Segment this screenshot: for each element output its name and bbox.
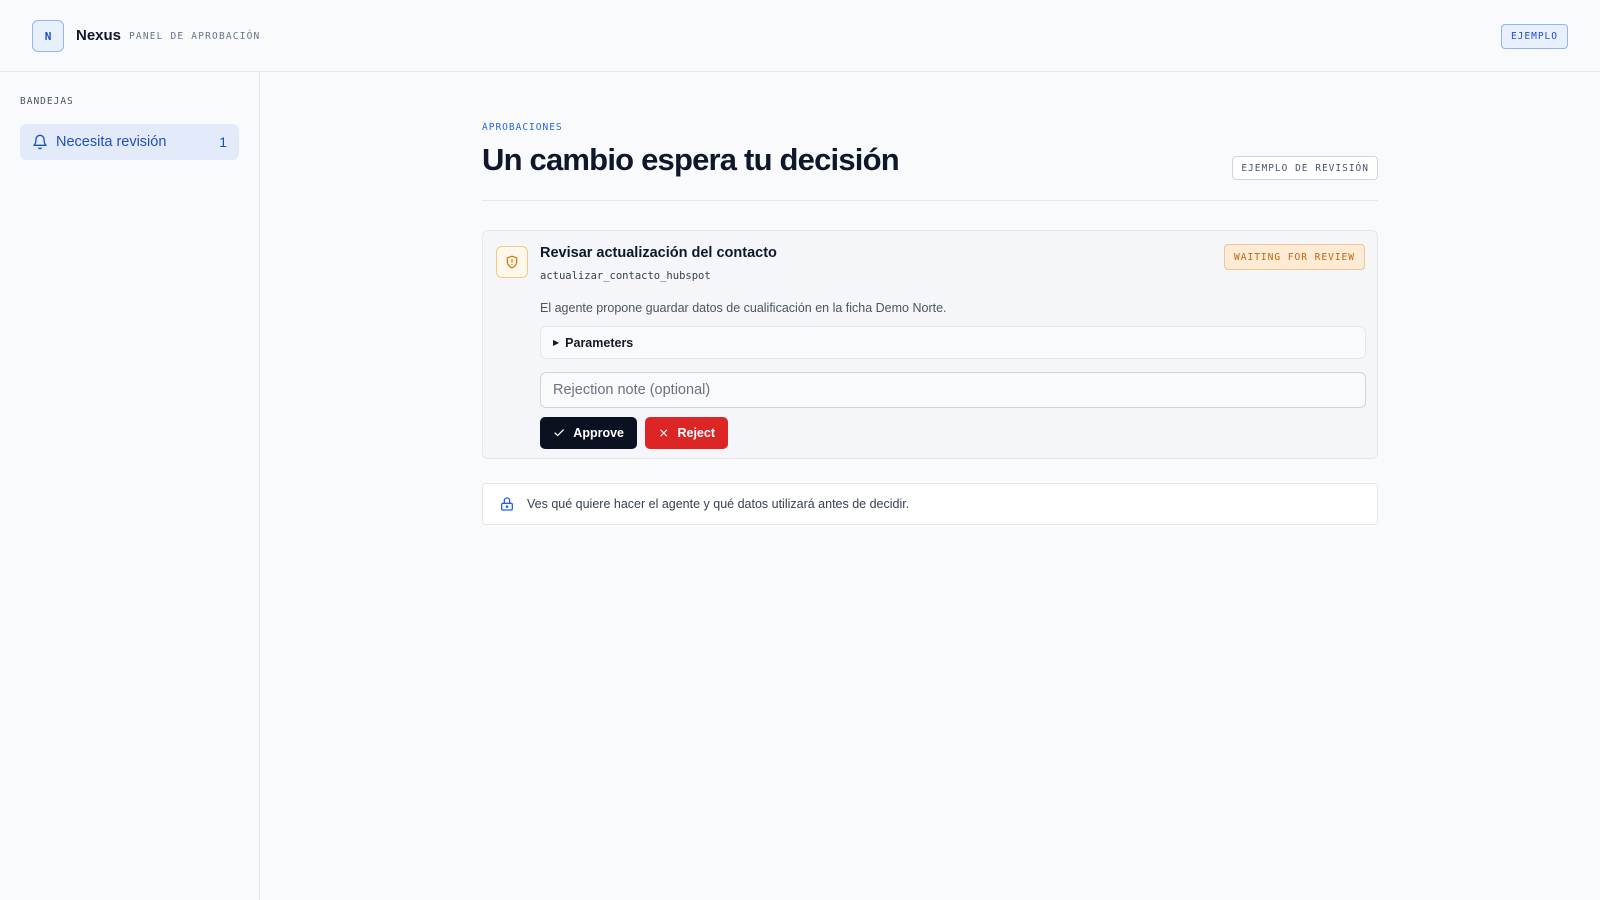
page-title: Un cambio espera tu decisión — [482, 142, 900, 177]
approve-button[interactable]: Approve — [540, 417, 637, 449]
check-icon — [554, 429, 564, 437]
logo: N — [32, 20, 64, 52]
sidebar-item-count: 1 — [219, 134, 227, 150]
section-eyebrow: APROBACIONES — [482, 122, 563, 133]
reject-button[interactable]: Reject — [645, 417, 728, 449]
approve-label: Approve — [573, 426, 624, 440]
environment-badge: EJEMPLO — [1500, 24, 1568, 49]
sidebar-heading: BANDEJAS — [20, 96, 74, 107]
parameters-toggle[interactable]: ▶ Parameters — [540, 326, 1366, 359]
info-notice: Ves qué quiere hacer el agente y qué dat… — [482, 483, 1378, 525]
expand-triangle-icon: ▶ — [553, 338, 560, 347]
sidebar-item-needs-review[interactable]: Necesita revisión 1 — [20, 124, 239, 160]
parameters-label: Parameters — [565, 335, 634, 350]
tool-name: actualizar_contacto_hubspot — [540, 270, 711, 282]
bell-icon — [33, 134, 47, 150]
brand-name: Nexus — [76, 27, 122, 44]
card-title: Revisar actualización del contacto — [540, 245, 777, 261]
title-divider — [482, 200, 1378, 201]
sidebar-item-label: Necesita revisión — [56, 134, 167, 150]
shield-alert-icon — [496, 246, 528, 278]
card-description: El agente propone guardar datos de cuali… — [540, 301, 947, 315]
approval-card: Revisar actualización del contacto actua… — [482, 230, 1378, 459]
demo-tag: EJEMPLO DE REVISIÓN — [1232, 156, 1378, 180]
close-icon — [660, 429, 668, 437]
info-text: Ves qué quiere hacer el agente y qué dat… — [527, 497, 910, 511]
top-bar: N Nexus PANEL DE APROBACIÓN EJEMPLO — [0, 0, 1600, 72]
reject-label: Reject — [677, 426, 715, 440]
brand-subtitle: PANEL DE APROBACIÓN — [129, 31, 261, 42]
lock-icon — [501, 497, 513, 511]
status-badge: WAITING FOR REVIEW — [1224, 244, 1365, 270]
rejection-note-input[interactable] — [540, 372, 1366, 408]
sidebar: BANDEJAS Necesita revisión 1 — [0, 72, 260, 900]
